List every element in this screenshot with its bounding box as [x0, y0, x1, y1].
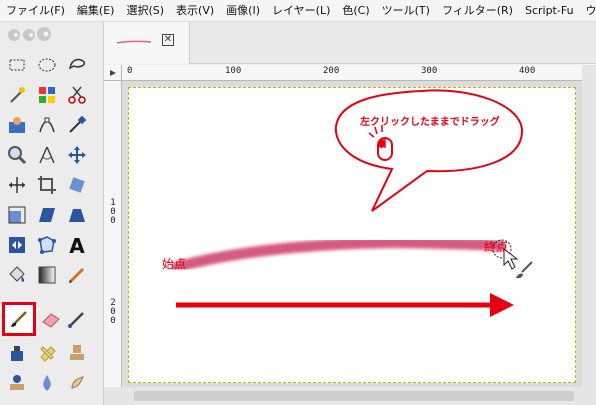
perspective-clone-icon[interactable] [4, 370, 30, 396]
bubble-text: 左クリックしたままでドラッグ [360, 117, 500, 128]
ruler-mark: 200 [323, 66, 340, 76]
clone-icon[interactable] [64, 340, 90, 366]
smudge-icon[interactable] [64, 370, 90, 396]
blur-icon[interactable] [34, 370, 60, 396]
ruler-mark: 0 [127, 66, 133, 76]
color-picker-icon[interactable] [64, 112, 90, 138]
rotate-icon[interactable] [64, 172, 90, 198]
menu-bar: ファイル(F) 編集(E) 選択(S) 表示(V) 画像(I) レイヤー(L) … [0, 0, 596, 22]
airbrush-icon[interactable] [64, 306, 90, 332]
ruler-mark: 400 [519, 66, 536, 76]
ink-icon[interactable] [4, 340, 30, 366]
paths-icon[interactable] [34, 112, 60, 138]
paintbrush-icon[interactable] [2, 302, 36, 336]
ruler-mark: 100 [225, 66, 242, 76]
menu-image[interactable]: 画像(I) [220, 0, 266, 21]
menu-file[interactable]: ファイル(F) [0, 0, 71, 21]
align-icon[interactable] [4, 172, 30, 198]
move-icon[interactable] [64, 142, 90, 168]
heal-icon[interactable] [34, 340, 60, 366]
menu-script-fu[interactable]: Script-Fu [519, 0, 580, 21]
pencil-icon[interactable] [64, 262, 90, 288]
eraser-icon[interactable] [38, 306, 64, 332]
quick-mask-icon [110, 70, 116, 76]
horizontal-ruler[interactable]: 0 100 200 300 400 [122, 65, 582, 81]
perspective-icon[interactable] [64, 202, 90, 228]
gimp-window: ファイル(F) 編集(E) 選択(S) 表示(V) 画像(I) レイヤー(L) … [0, 0, 596, 405]
shear-icon[interactable] [34, 202, 60, 228]
vertical-ruler[interactable]: 1 0 0 2 0 0 [104, 81, 122, 387]
scale-icon[interactable] [4, 202, 30, 228]
menu-tools[interactable]: ツール(T) [376, 0, 436, 21]
flip-icon[interactable] [4, 232, 30, 258]
svg-text:A: A [69, 234, 85, 256]
scrollbar-thumb[interactable] [134, 391, 574, 401]
vertical-scrollbar[interactable] [582, 65, 596, 387]
zoom-icon[interactable] [4, 142, 30, 168]
ruler-mark: 2 0 0 [110, 298, 116, 326]
menu-color[interactable]: 色(C) [336, 0, 375, 21]
image-tab-strip: ✕ [104, 22, 596, 64]
menu-select[interactable]: 選択(S) [120, 0, 170, 21]
menu-view[interactable]: 表示(V) [170, 0, 220, 21]
foreground-select-icon[interactable] [4, 112, 30, 138]
toolbox: A [0, 22, 104, 405]
color-select-icon[interactable] [34, 82, 60, 108]
ruler-corner[interactable] [104, 65, 122, 81]
crop-icon[interactable] [34, 172, 60, 198]
scissors-select-icon[interactable] [64, 82, 90, 108]
ruler-mark: 300 [421, 66, 438, 76]
menu-layer[interactable]: レイヤー(L) [266, 0, 336, 21]
start-label: 始点 [162, 257, 187, 271]
image-thumbnail [116, 40, 152, 44]
bucket-fill-icon[interactable] [4, 262, 30, 288]
menu-windows[interactable]: ウィン [580, 0, 596, 21]
cage-icon[interactable] [34, 232, 60, 258]
speech-bubble [334, 89, 524, 212]
wilber-logo-icon [8, 27, 51, 41]
end-label: 終点 [484, 240, 509, 254]
image-window: ✕ 0 100 200 300 400 1 0 0 2 0 0 始点 終点 左ク… [104, 22, 596, 405]
text-icon[interactable]: A [64, 232, 90, 258]
annotation-layer [171, 89, 533, 317]
blend-icon[interactable] [34, 262, 60, 288]
close-icon[interactable]: ✕ [162, 34, 174, 46]
ruler-mark: 1 0 0 [110, 198, 116, 226]
image-tab[interactable]: ✕ [104, 22, 190, 64]
brush-stroke [171, 237, 506, 273]
rect-select-icon[interactable] [4, 52, 30, 78]
menu-filters[interactable]: フィルター(R) [436, 0, 519, 21]
free-select-icon[interactable] [64, 52, 90, 78]
canvas-area[interactable]: 始点 終点 左クリックしたままでドラッグ [122, 81, 582, 387]
horizontal-scrollbar[interactable] [104, 387, 596, 405]
measure-icon[interactable] [34, 142, 60, 168]
fuzzy-select-icon[interactable] [4, 82, 30, 108]
menu-edit[interactable]: 編集(E) [71, 0, 121, 21]
ellipse-select-icon[interactable] [34, 52, 60, 78]
paintbrush-cursor-icon [516, 261, 533, 279]
